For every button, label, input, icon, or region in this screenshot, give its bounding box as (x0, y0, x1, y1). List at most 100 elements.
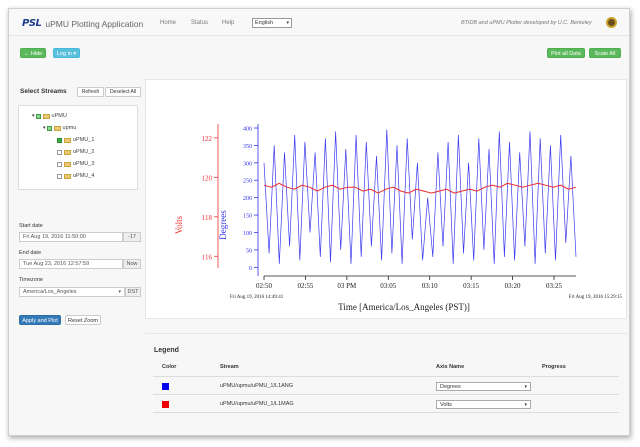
legend-axis-header: Axis Name (436, 364, 465, 370)
right-tick-label: 100 (243, 231, 252, 237)
sidebar: Select Streams Refresh Deselect All ▾ uP… (13, 77, 143, 337)
x-tick-label: 03:15 (463, 282, 479, 290)
x-tick-label: 03:25 (546, 282, 562, 290)
app-title: uPMU Plotting Application (45, 18, 144, 29)
divider (153, 394, 619, 395)
axis-select-value: Degrees (440, 384, 461, 390)
end-date-input[interactable]: Tue Aug 23, 2016 12:57:59 (19, 259, 123, 269)
legend-stream-header: Stream (220, 364, 239, 370)
series-line (263, 182, 577, 194)
x-tick-label: 03 PM (337, 282, 357, 290)
legend-color-swatch[interactable] (162, 401, 169, 408)
tree-toggle-icon: ▾ (32, 113, 35, 119)
apply-and-plot-button[interactable]: Apply and Plot (19, 315, 61, 325)
start-date-label: Start date (19, 223, 43, 229)
end-time-caption: Fri Aug 19, 2016 15:29:15 (569, 295, 623, 300)
left-tick-label: 118 (202, 214, 213, 222)
hide-sidebar-button[interactable]: ← Hide (20, 48, 46, 58)
x-tick-label: 03:05 (380, 282, 396, 290)
psl-logo: PSL (22, 18, 42, 29)
chevron-down-icon: ▾ (286, 20, 289, 26)
series-line (263, 129, 577, 264)
tree-node-upmu-2[interactable]: uPMU_2 (57, 149, 94, 155)
legend-color-header: Color (162, 364, 177, 370)
start-date-input[interactable]: Fri Aug 19, 2016 11:50:00 (19, 232, 123, 242)
axis-select[interactable]: Volts ▾ (436, 400, 531, 409)
tree-node-upmu-4[interactable]: uPMU_4 (57, 173, 94, 179)
language-select[interactable]: English ▾ (252, 18, 292, 28)
credit-text: BTrDB and uPMU Plotter developed by U.C.… (461, 20, 592, 26)
folder-icon (64, 149, 71, 155)
right-axis-title: Degrees (218, 210, 228, 240)
folder-icon (42, 113, 50, 119)
nav-status-link[interactable]: Status (191, 20, 208, 26)
right-tick-label: 0 (249, 266, 252, 272)
divider (153, 412, 619, 413)
right-tick-label: 50 (246, 248, 252, 254)
folder-icon (53, 125, 61, 131)
right-tick-label: 150 (243, 214, 252, 220)
left-axis-title: Volts (174, 215, 184, 234)
legend-progress-header: Progress (542, 364, 566, 370)
checkbox-icon (57, 149, 62, 155)
select-streams-title: Select Streams (20, 88, 67, 95)
axis-select-value: Volts (440, 402, 452, 408)
left-tick-label: 116 (202, 253, 213, 261)
legend-color-swatch[interactable] (162, 383, 169, 390)
right-tick-label: 300 (243, 161, 252, 167)
right-tick-label: 200 (243, 196, 252, 202)
x-axis-title: Time [America/Los_Angeles (PST)] (338, 302, 470, 312)
timezone-value: America/Los_Angeles (23, 289, 77, 295)
timezone-select[interactable]: America/Los_Angeles ▾ (19, 287, 125, 297)
end-date-label: End date (19, 250, 42, 256)
nav-home-link[interactable]: Home (160, 20, 176, 26)
folder-icon (64, 173, 71, 179)
app-window: PSL uPMU Plotting Application Home Statu… (8, 8, 630, 436)
tree-node-upmu-3[interactable]: uPMU_3 (57, 161, 94, 167)
x-tick-label: 03:20 (505, 282, 521, 290)
right-tick-label: 400 (243, 127, 252, 133)
chart-panel: 122 120 118 116 400 350 300 250 200 150 100 50 0 02… (145, 79, 627, 319)
nav-help-link[interactable]: Help (222, 20, 234, 26)
legend-panel: Legend Color Stream Axis Name Progress u… (145, 333, 627, 429)
legend-title: Legend (154, 347, 179, 354)
right-tick-label: 250 (243, 179, 252, 185)
tree-node-upmu[interactable]: ▾ upmu (43, 125, 76, 131)
chevron-down-icon: ▾ (118, 289, 121, 295)
deselect-all-button[interactable]: Deselect All (105, 87, 141, 97)
scale-all-button[interactable]: Scale All (589, 48, 621, 58)
start-offset-button[interactable]: -17 (123, 232, 141, 242)
plot-all-data-button[interactable]: Plot all Data (547, 48, 585, 58)
left-tick-label: 120 (202, 174, 213, 182)
chevron-down-icon: ▾ (524, 384, 527, 390)
stream-chart[interactable]: 122 120 118 116 400 350 300 250 200 150 100 50 0 02… (146, 80, 626, 318)
chevron-down-icon: ▾ (524, 402, 527, 408)
brand[interactable]: PSL uPMU Plotting Application (22, 18, 143, 29)
timezone-label: Timezone (19, 277, 43, 283)
reset-zoom-button[interactable]: Reset Zoom (65, 315, 101, 325)
tree-node-upmu-root[interactable]: ▾ uPMU (32, 113, 67, 119)
berkeley-seal-icon (606, 17, 617, 28)
checkbox-icon (57, 173, 62, 179)
axis-select[interactable]: Degrees ▾ (436, 382, 531, 391)
checkbox-icon (46, 125, 52, 131)
login-button[interactable]: Log in ▾ (53, 48, 80, 58)
x-tick-label: 02:55 (297, 282, 313, 290)
language-value: English (255, 20, 274, 26)
end-now-button[interactable]: Now (123, 259, 141, 269)
left-axis-ticks: 122 120 118 116 (202, 124, 219, 268)
legend-stream-name: uPMU/upmu/uPMU_1/L1ANG (220, 383, 294, 389)
x-tick-label: 02:50 (256, 282, 272, 290)
right-tick-label: 350 (243, 144, 252, 150)
legend-stream-name: uPMU/upmu/uPMU_1/L1MAG (220, 401, 294, 407)
refresh-button[interactable]: Refresh (77, 87, 104, 97)
dst-toggle[interactable]: DST (125, 287, 141, 297)
tree-toggle-icon: ▾ (43, 125, 46, 131)
checkbox-icon (57, 137, 62, 143)
checkbox-icon (35, 113, 41, 119)
divider (153, 376, 619, 377)
left-tick-label: 122 (202, 135, 213, 143)
series-lines (263, 129, 577, 264)
tree-node-upmu-1[interactable]: uPMU_1 (57, 137, 94, 143)
folder-icon (64, 137, 71, 143)
